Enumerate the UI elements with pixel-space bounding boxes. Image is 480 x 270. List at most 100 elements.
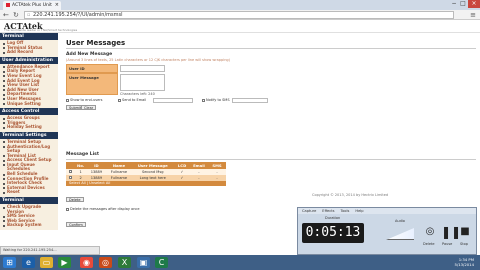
table-header: No. ID Name User Message LCD Email SMS [66,162,226,169]
sidebar-section: Attendance Report Daily Report View Event … [0,63,58,109]
site-header: ACTAtek The worldwide leader in TNA/Smar… [0,20,480,33]
column-header: Email [193,163,205,168]
stop-icon[interactable]: ■ [459,224,471,240]
email-checkbox[interactable] [118,98,121,102]
sidebar-section: Log Off Terminal Status Add Record [0,40,58,57]
reload-icon[interactable]: ↻ [13,11,19,19]
sms-checkbox[interactable] [202,98,205,102]
message-list-title: Message List [66,152,100,157]
message-textarea[interactable] [120,74,165,91]
delete-after-checkbox[interactable] [66,207,69,211]
page-icon: ▫ [27,12,31,18]
maximize-button[interactable]: □ [459,0,467,8]
sidebar-section: Access Groups Triggers Holiday Setting [0,115,58,132]
url-bar[interactable]: ▫ 220.241.195.254/?/UI/admin/msmsl [24,11,454,19]
start-icon[interactable]: ⊞ [3,257,16,268]
table-cell: Long text here [139,176,166,180]
browser-tab[interactable]: ACTAtek Plus Unit × [3,1,61,10]
sms-input[interactable] [232,98,268,103]
clock-date: 5/13/2014 [454,262,474,267]
column-header: SMS [212,163,222,168]
clear-button[interactable]: Clear [81,105,97,110]
table-cell: ✓ [180,176,184,180]
confirm-button[interactable]: Confirm [66,222,86,227]
tab-close-icon[interactable]: × [55,1,59,10]
table-cell: - [216,176,218,180]
pause-label: Pause [442,242,453,246]
address-toolbar: ← ↻ ▫ 220.241.195.254/?/UI/admin/msmsl ≡ [0,10,480,20]
sidebar-section: Check Upgrade Version SMS Service Web Serv… [0,204,58,230]
firefox-icon[interactable]: ◎ [99,257,112,268]
checkbox[interactable] [69,170,72,173]
chrome-icon[interactable]: ◉ [80,257,93,268]
delete-after-option[interactable]: Delete the messages after display once [66,207,226,211]
sidebar-section-title: Terminal [0,197,58,205]
duration-timer: 0:05:13 [302,223,364,243]
sidebar-item[interactable]: Unique Setting [0,101,58,107]
recorder-panel: Duration 0:05:13 Audio ◎ Delete ❚❚ Pause… [298,214,476,254]
folder-icon[interactable]: ▭ [40,257,53,268]
sms-option[interactable]: Notify to SMS [202,98,230,102]
close-window-button[interactable]: × [468,0,480,8]
table-cell: - [198,176,200,180]
divider [66,48,476,49]
taskbar: ⊞ e ▭ ▶ ◉ ◎ X ▣ C 1:34 PM 5/13/2014 [0,255,480,270]
ie-icon[interactable]: e [22,257,35,268]
user-id-label: User ID [66,64,118,73]
media-icon[interactable]: ▶ [58,257,71,268]
checkbox[interactable] [69,176,72,179]
sidebar-item[interactable]: Add Record [0,50,58,55]
sidebar-section-title: Terminal [0,33,58,40]
excel-icon[interactable]: X [118,257,131,268]
add-message-form: User ID User Message Characters left: 24… [66,64,316,114]
column-header [66,162,75,169]
clock: 1:34 PM 5/13/2014 [455,257,474,267]
sidebar-item[interactable]: Reset [0,190,58,195]
delete-record-icon[interactable]: ◎ [424,224,436,240]
tab-title: ACTAtek Plus Unit [12,3,52,8]
column-header: ID [94,163,99,168]
pause-icon[interactable]: ❚❚ [441,224,461,240]
add-message-title: Add New Message [66,52,113,57]
sidebar-item[interactable]: Backup System [0,223,58,228]
show-option[interactable]: Show to end-users [66,98,103,102]
sidebar-section-title: User Administration [0,56,58,64]
divider [66,159,476,160]
show-checkbox[interactable] [66,98,69,102]
app-icon[interactable]: ▣ [137,257,150,268]
email-label: Send to Email [122,98,147,102]
favicon-icon [6,3,10,7]
copyright: Copyright © 2013, 2014 by Hectrix Limite… [312,193,389,197]
url-text: 220.241.195.254/?/UI/admin/msmsl [33,12,123,18]
sidebar-section-title: Access Control [0,108,58,116]
page-title: User Messages [66,39,126,47]
camtasia-icon[interactable]: C [155,257,168,268]
email-input[interactable] [153,98,193,103]
select-all-links[interactable]: Select All | Unselect All [66,181,226,186]
back-icon[interactable]: ← [3,11,9,19]
table-body: 1 13889 Fullname Second Msg ✓ - -2 13889 Fullnam… [66,169,226,181]
message-table: No. ID Name User Message LCD Email SMS 1 13889 F… [66,162,226,230]
delete-button[interactable]: Delete [66,197,84,202]
message-label: User Message [66,73,118,95]
column-header: User Message [137,163,168,168]
menu-icon[interactable]: ≡ [470,11,476,19]
tab-bar: ACTAtek Plus Unit × − □ × [0,0,480,10]
show-label: Show to end-users [70,98,103,102]
recorder-window: Capture Effects Tools Help Duration 0:05:13… [297,207,477,255]
user-id-input[interactable] [120,65,165,72]
email-option[interactable]: Send to Email [118,98,146,102]
characters-left: Characters left: 240 [120,92,155,96]
column-header: No. [77,163,85,168]
sidebar-section: Terminal Setup Authentication/Log Setup Te… [0,138,58,198]
audio-label: Audio [395,219,405,223]
delete-after-label: Delete the messages after display once [70,207,140,211]
sidebar: Terminal Log Off Terminal Status Add Record… [0,33,58,255]
minimize-button[interactable]: − [450,0,458,8]
sidebar-item[interactable]: Holiday Setting [0,125,58,130]
status-bar: Waiting for 220.241.195.254... [0,246,100,255]
audio-level-meter [386,228,414,240]
duration-label: Duration [325,216,341,220]
column-header: Name [112,163,126,168]
sidebar-section-title: Terminal Settings [0,131,58,139]
